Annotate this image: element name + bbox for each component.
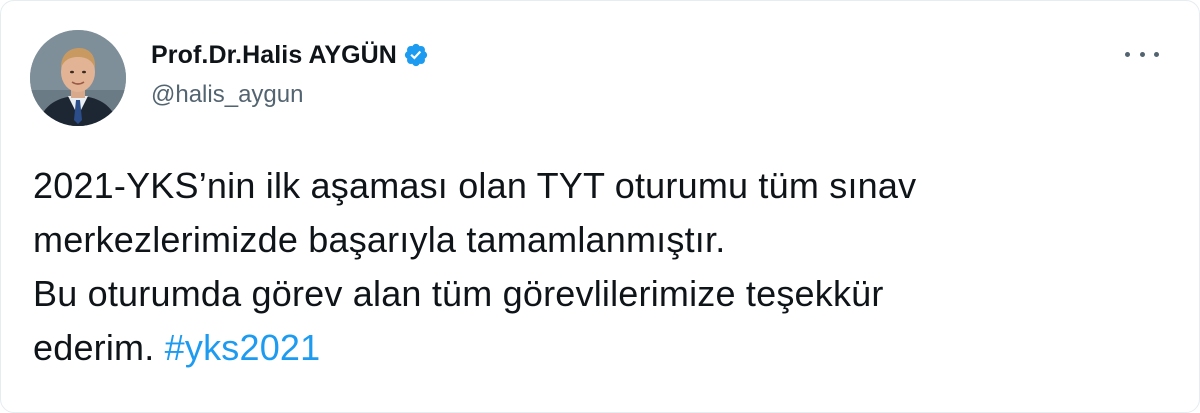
tweet-text-line: Bu oturumda görev alan tüm görevlilerimi…	[33, 273, 884, 314]
avatar-image	[30, 30, 126, 126]
tweet-text-ending: ederim.	[33, 327, 155, 368]
author-display-name[interactable]: Prof.Dr.Halis AYGÜN	[151, 41, 397, 70]
tweet-text-line: 2021-YKS’nin ilk aşaması olan TYT oturum…	[33, 165, 917, 206]
tweet-card: Prof.Dr.Halis AYGÜN @halis_aygun 2021-YK…	[0, 0, 1200, 413]
hashtag-link[interactable]: #yks2021	[165, 327, 321, 368]
more-dot	[1139, 51, 1145, 57]
more-dot	[1125, 51, 1130, 57]
tweet-text-line: merkezlerimizde başarıyla tamamlanmıştır…	[33, 219, 726, 260]
author-info: Prof.Dr.Halis AYGÜN @halis_aygun	[151, 39, 429, 109]
tweet-text-line-last: ederim. #yks2021	[33, 321, 1173, 375]
author-handle[interactable]: @halis_aygun	[151, 81, 429, 109]
name-row: Prof.Dr.Halis AYGÜN	[151, 39, 429, 71]
verified-badge-icon	[403, 42, 429, 68]
more-options-icon[interactable]	[1125, 41, 1159, 67]
author-avatar[interactable]	[30, 30, 126, 126]
more-dot	[1154, 51, 1159, 57]
tweet-text: 2021-YKS’nin ilk aşaması olan TYT oturum…	[33, 159, 1173, 375]
